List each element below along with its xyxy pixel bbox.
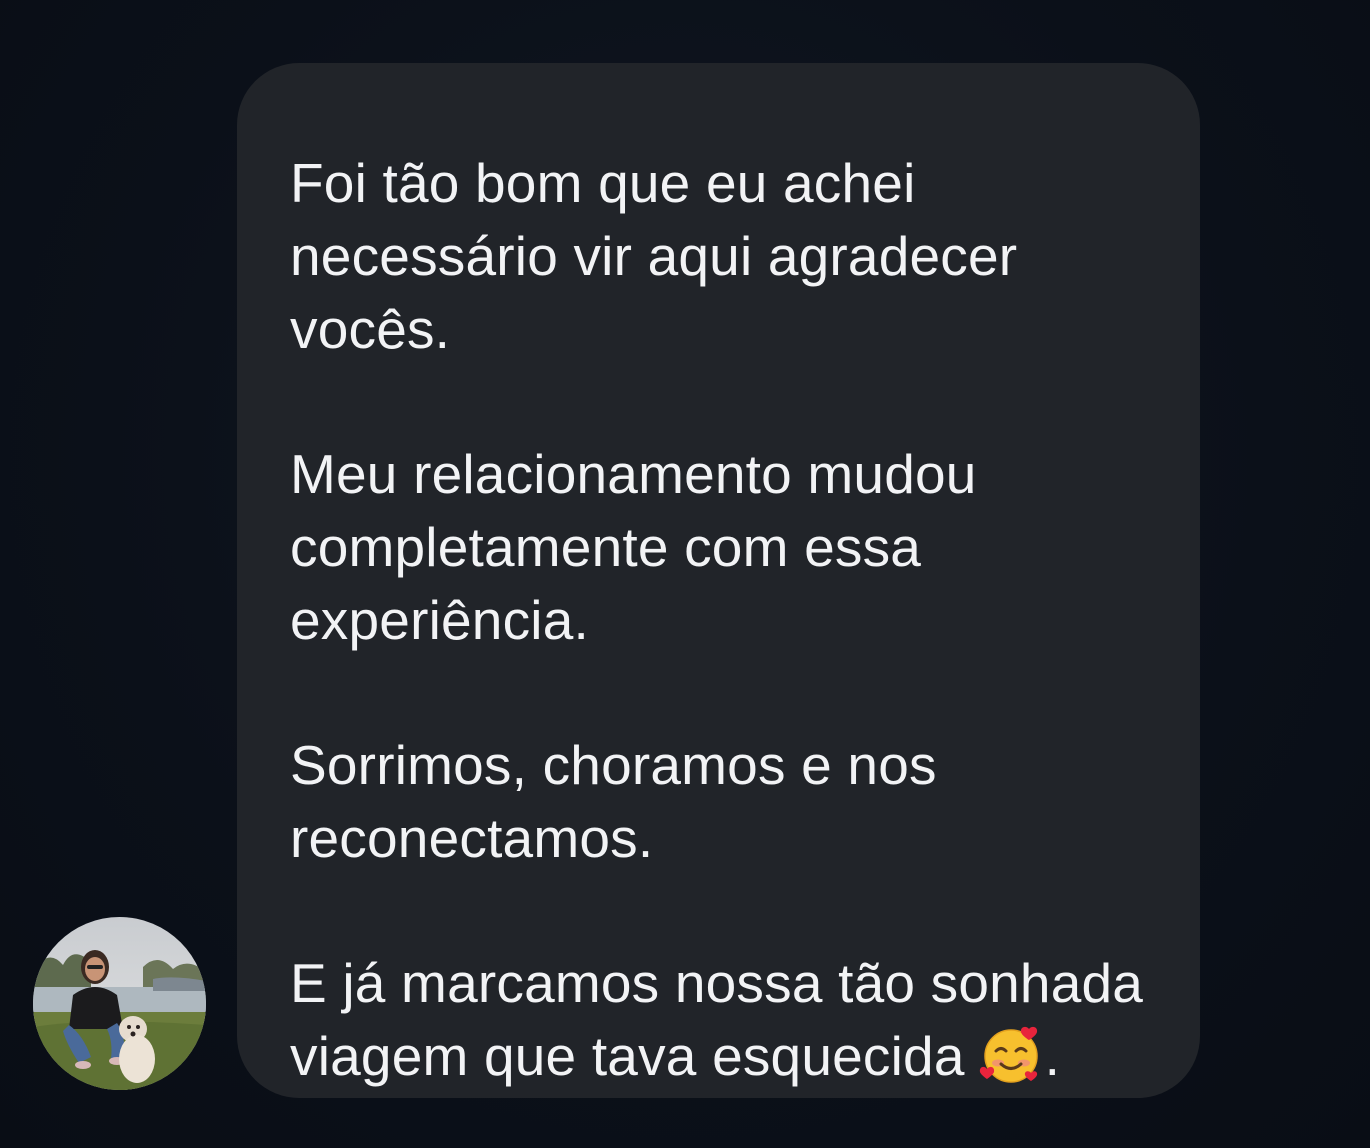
message-paragraph: Meu relacionamento mudou completamente c… bbox=[290, 443, 977, 651]
message-bubble[interactable]: Foi tão bom que eu achei necessário vir … bbox=[237, 63, 1200, 1098]
trailing-punctuation: . bbox=[1044, 1025, 1061, 1087]
chat-screen: Foi tão bom que eu achei necessário vir … bbox=[0, 0, 1370, 1148]
message-paragraph: Foi tão bom que eu achei necessário vir … bbox=[290, 152, 1018, 360]
smiling-face-with-hearts-icon bbox=[979, 1023, 1043, 1087]
message-paragraph: Sorrimos, choramos e nos reconectamos. bbox=[290, 734, 937, 869]
message-paragraph-last: E já marcamos nossa tão sonhada viagem q… bbox=[290, 947, 1160, 1093]
sender-avatar[interactable] bbox=[33, 917, 206, 1090]
avatar-photo bbox=[33, 917, 206, 1090]
